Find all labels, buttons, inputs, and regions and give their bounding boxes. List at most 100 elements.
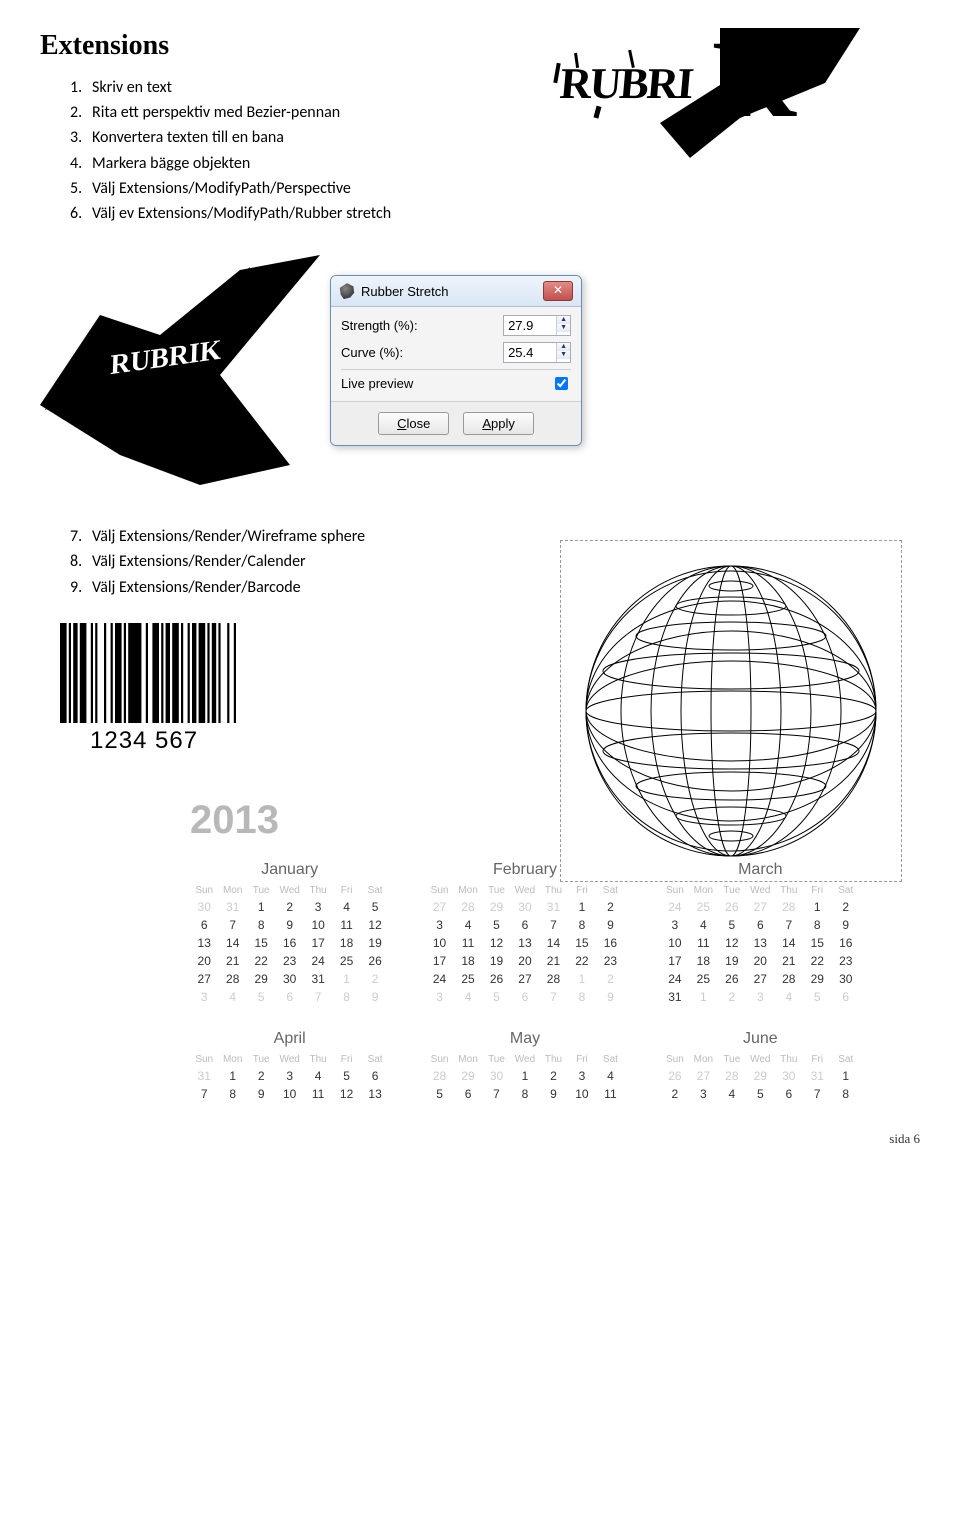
calendar-day: 29	[482, 898, 510, 916]
spinner-down-icon[interactable]: ▼	[557, 351, 570, 359]
calendar-day: 27	[190, 970, 218, 988]
calendar-day: 7	[539, 916, 567, 934]
svg-text:K: K	[712, 28, 798, 140]
close-icon[interactable]: ✕	[543, 281, 573, 301]
calendar-day: 7	[482, 1085, 510, 1103]
strength-input[interactable]	[504, 316, 556, 335]
calendar-day: 4	[689, 916, 717, 934]
calendar-day: 7	[218, 916, 246, 934]
calendar-day: 8	[247, 916, 275, 934]
calendar-day: 31	[190, 1067, 218, 1085]
calendar-day: 9	[596, 988, 624, 1006]
day-of-week: Mon	[454, 1052, 482, 1067]
calendar-day: 28	[775, 898, 803, 916]
day-of-week: Sun	[190, 883, 218, 898]
day-of-week: Tue	[482, 883, 510, 898]
calendar-day: 5	[425, 1085, 453, 1103]
calendar-day: 28	[775, 970, 803, 988]
calendar-day: 6	[275, 988, 303, 1006]
calendar-day: 9	[361, 988, 389, 1006]
calendar-day: 7	[539, 988, 567, 1006]
curve-input[interactable]	[504, 343, 556, 362]
calendar-day: 28	[454, 898, 482, 916]
calendar-day: 7	[803, 1085, 831, 1103]
spinner-up-icon[interactable]: ▲	[557, 343, 570, 351]
calendar-day: 6	[454, 1085, 482, 1103]
calendar-day: 3	[689, 1085, 717, 1103]
calendar-day: 5	[332, 1067, 360, 1085]
calendar-day: 2	[661, 1085, 689, 1103]
day-of-week: Fri	[803, 883, 831, 898]
calendar-day: 4	[454, 988, 482, 1006]
strength-spinner[interactable]: ▲▼	[503, 315, 571, 336]
day-of-week: Tue	[247, 1052, 275, 1067]
day-of-week: Tue	[718, 883, 746, 898]
calendar-row: AprilSunMonTueWedThuFriSat31123456789101…	[190, 1030, 860, 1103]
app-icon	[339, 283, 355, 299]
calendar-day: 5	[746, 1085, 774, 1103]
spinner-up-icon[interactable]: ▲	[557, 316, 570, 324]
calendar-day: 8	[568, 916, 596, 934]
calendar-day: 5	[247, 988, 275, 1006]
live-preview-label: Live preview	[341, 376, 413, 391]
calendar-day: 18	[332, 934, 360, 952]
month-name: May	[425, 1030, 624, 1048]
calendar-day: 1	[218, 1067, 246, 1085]
calendar-day: 6	[746, 916, 774, 934]
calendar-day: 3	[425, 988, 453, 1006]
calendar-day: 2	[832, 898, 860, 916]
day-of-week: Thu	[775, 883, 803, 898]
calendar-day: 29	[247, 970, 275, 988]
barcode-graphic: 1234 567	[40, 623, 310, 758]
calendar-day: 30	[482, 1067, 510, 1085]
calendar-day: 16	[275, 934, 303, 952]
calendar-day: 11	[332, 916, 360, 934]
calendar-day: 4	[596, 1067, 624, 1085]
day-of-week: Thu	[304, 883, 332, 898]
calendar-day: 15	[247, 934, 275, 952]
rubrik-perspective-graphic: RUBRI K	[540, 28, 860, 158]
calendar-day: 25	[689, 898, 717, 916]
day-of-week: Fri	[568, 883, 596, 898]
spinner-down-icon[interactable]: ▼	[557, 324, 570, 332]
calendar-day: 31	[304, 970, 332, 988]
day-of-week: Mon	[218, 883, 246, 898]
list-item: 5.Välj Extensions/ModifyPath/Perspective	[70, 177, 920, 200]
calendar-day: 11	[304, 1085, 332, 1103]
calendar-day: 8	[832, 1085, 860, 1103]
dialog-titlebar[interactable]: Rubber Stretch ✕	[331, 276, 581, 307]
month-name: April	[190, 1030, 389, 1048]
calendar-month: JuneSunMonTueWedThuFriSat262728293031123…	[661, 1030, 860, 1103]
calendar-day: 4	[218, 988, 246, 1006]
calendar-month: JanuarySunMonTueWedThuFriSat303112345678…	[190, 861, 389, 1006]
day-of-week: Sat	[361, 1052, 389, 1067]
close-button[interactable]: Close	[378, 412, 449, 435]
calendar-day: 10	[661, 934, 689, 952]
calendar-day: 13	[511, 934, 539, 952]
calendar-day: 11	[454, 934, 482, 952]
calendar-day: 23	[832, 952, 860, 970]
calendar-day: 19	[361, 934, 389, 952]
day-of-week: Sat	[596, 883, 624, 898]
calendar-day: 8	[218, 1085, 246, 1103]
live-preview-checkbox[interactable]	[555, 377, 568, 390]
calendar-day: 9	[275, 916, 303, 934]
calendar-day: 27	[746, 970, 774, 988]
calendar-day: 27	[425, 898, 453, 916]
day-of-week: Fri	[568, 1052, 596, 1067]
calendar-day: 21	[775, 952, 803, 970]
calendar-day: 8	[332, 988, 360, 1006]
calendar-day: 5	[803, 988, 831, 1006]
apply-button[interactable]: Apply	[463, 412, 534, 435]
day-of-week: Thu	[775, 1052, 803, 1067]
day-of-week: Wed	[275, 1052, 303, 1067]
calendar-day: 15	[803, 934, 831, 952]
calendar-day: 29	[454, 1067, 482, 1085]
curve-spinner[interactable]: ▲▼	[503, 342, 571, 363]
calendar-day: 20	[511, 952, 539, 970]
calendar-day: 12	[482, 934, 510, 952]
calendar-day: 25	[689, 970, 717, 988]
list-item: 6.Välj ev Extensions/ModifyPath/Rubber s…	[70, 202, 920, 225]
calendar-day: 1	[568, 898, 596, 916]
day-of-week: Fri	[803, 1052, 831, 1067]
